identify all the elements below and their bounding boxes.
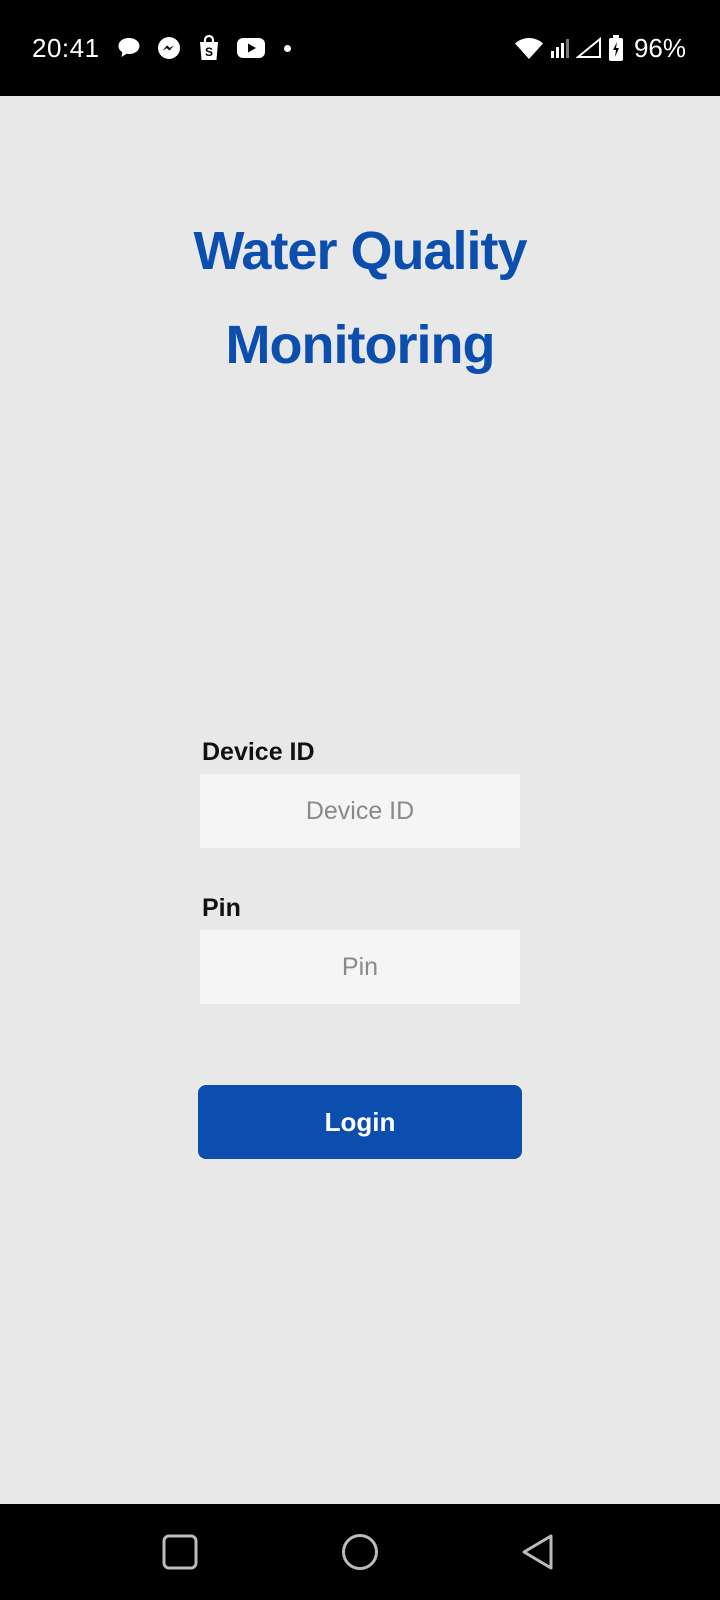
- youtube-icon: [236, 37, 266, 59]
- status-time: 20:41: [32, 32, 100, 63]
- pin-input[interactable]: [200, 930, 520, 1004]
- more-dot-icon: [283, 44, 291, 52]
- device-id-input[interactable]: [200, 774, 520, 848]
- svg-text:S: S: [205, 45, 213, 59]
- recents-icon[interactable]: [160, 1532, 200, 1572]
- status-right: 96%: [514, 33, 686, 64]
- messenger-icon: [156, 35, 182, 61]
- login-button[interactable]: Login: [198, 1085, 522, 1159]
- app-title-line1: Water Quality: [193, 221, 527, 281]
- home-icon[interactable]: [340, 1532, 380, 1572]
- app-title-line2: Monitoring: [225, 315, 496, 375]
- wifi-icon: [514, 36, 544, 60]
- back-icon[interactable]: [518, 1532, 558, 1572]
- navigation-bar: [0, 1504, 720, 1600]
- pin-label: Pin: [202, 894, 241, 922]
- status-bar: 20:41 S 96%: [0, 0, 720, 96]
- status-left: 20:41 S: [32, 33, 291, 64]
- shopping-bag-icon: S: [196, 34, 222, 62]
- battery-percent: 96%: [633, 32, 686, 63]
- device-id-label: Device ID: [202, 738, 315, 766]
- app-title: Water Quality Monitoring: [0, 204, 720, 392]
- chat-bubble-icon: [116, 35, 142, 61]
- signal-empty-icon: [575, 37, 602, 59]
- login-screen: Water Quality Monitoring Device ID Pin L…: [0, 96, 720, 1504]
- battery-charging-icon: [608, 34, 624, 62]
- signal-icon: [550, 37, 570, 59]
